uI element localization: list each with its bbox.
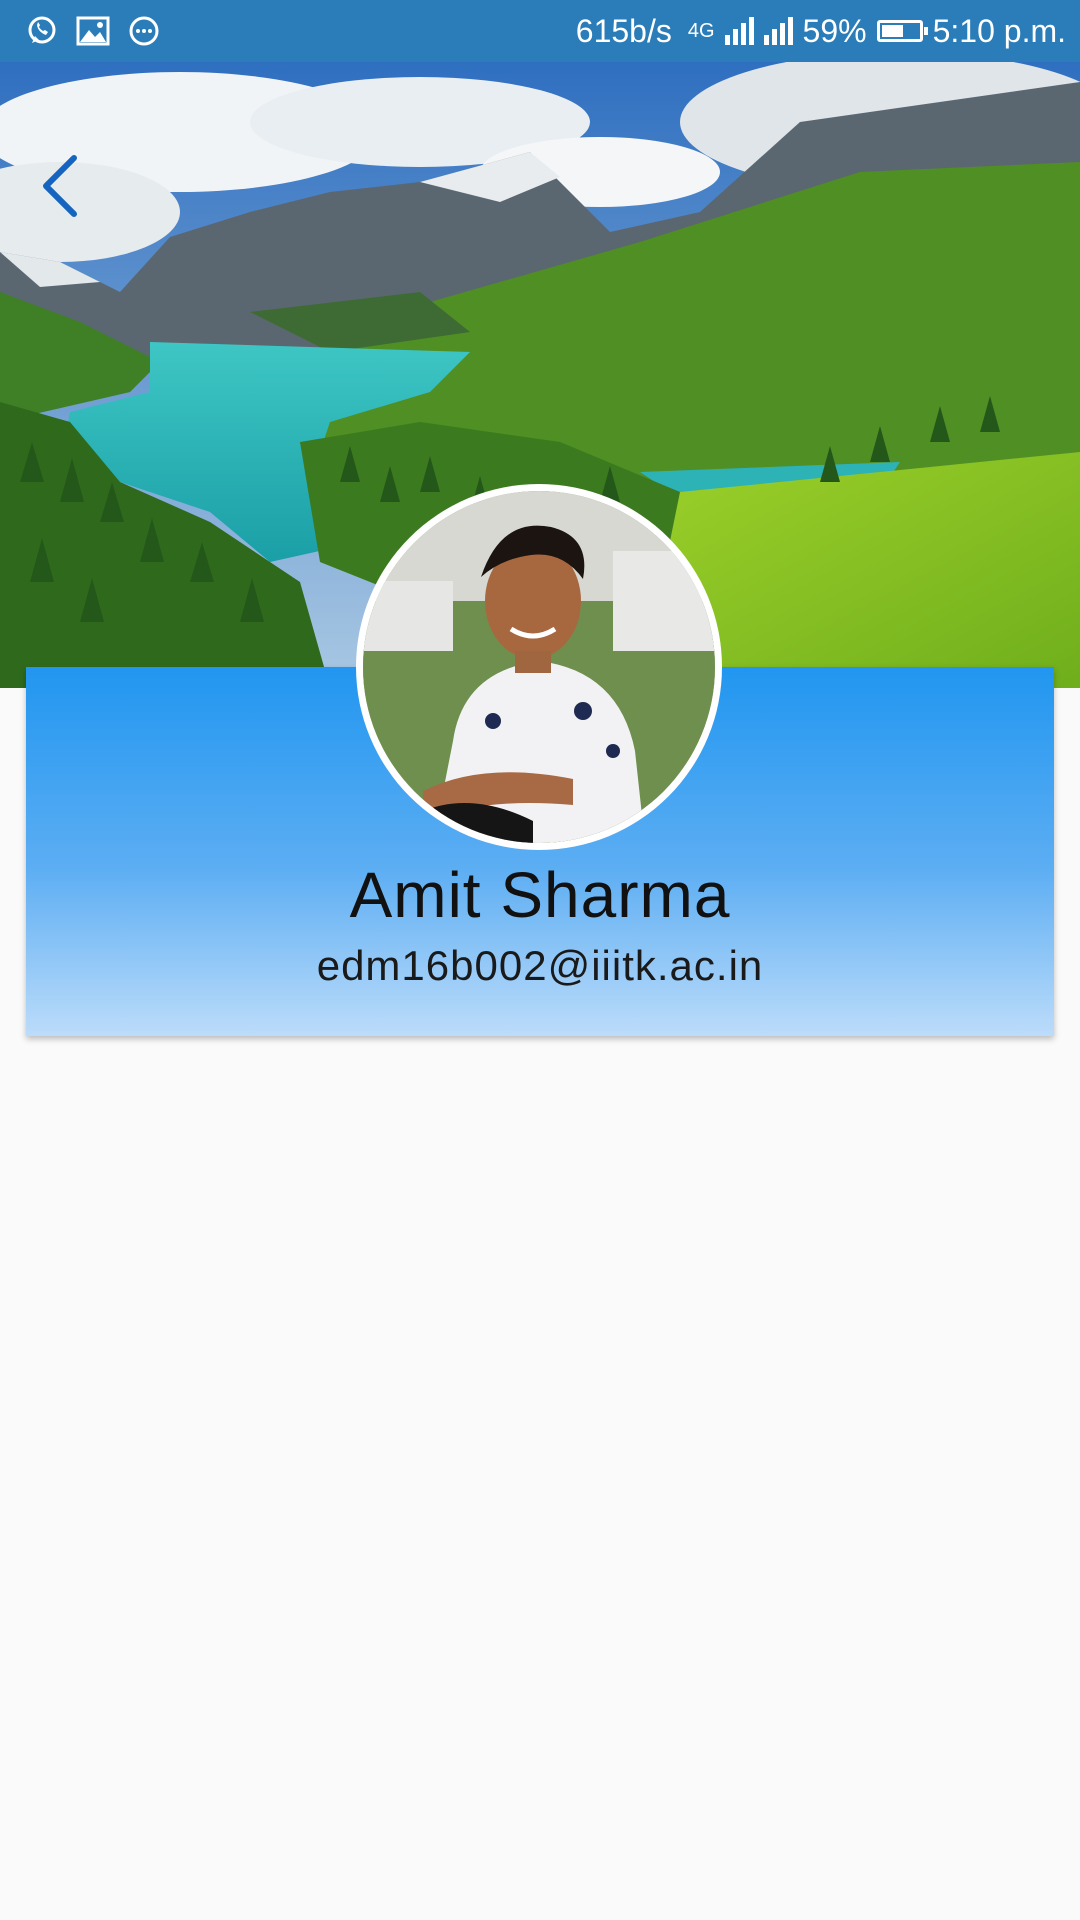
clock: 5:10 p.m. (932, 12, 1066, 49)
net-speed: 615b/s (575, 12, 672, 49)
profile-email: edm16b002@iiitk.ac.in (316, 942, 764, 989)
status-bar: 615b/s 4G 59% 5:10 p.m. (0, 0, 1080, 62)
battery-percent: 59% (802, 12, 867, 49)
signal-icon (724, 17, 754, 45)
back-button[interactable] (40, 154, 90, 224)
gallery-icon (76, 16, 110, 46)
battery-icon (876, 20, 928, 42)
notification-icons (26, 15, 160, 47)
signal-icon-sim2 (763, 17, 793, 45)
avatar[interactable] (356, 484, 722, 850)
status-indicators: 615b/s 4G 59% 5:10 p.m. (576, 13, 1066, 50)
whatsapp-icon (26, 15, 58, 47)
network-type: 4G (687, 19, 715, 42)
profile-name: Amit Sharma (349, 859, 731, 931)
more-dots-icon (128, 15, 160, 47)
chevron-left-icon (43, 155, 77, 217)
avatar-photo (363, 491, 715, 843)
